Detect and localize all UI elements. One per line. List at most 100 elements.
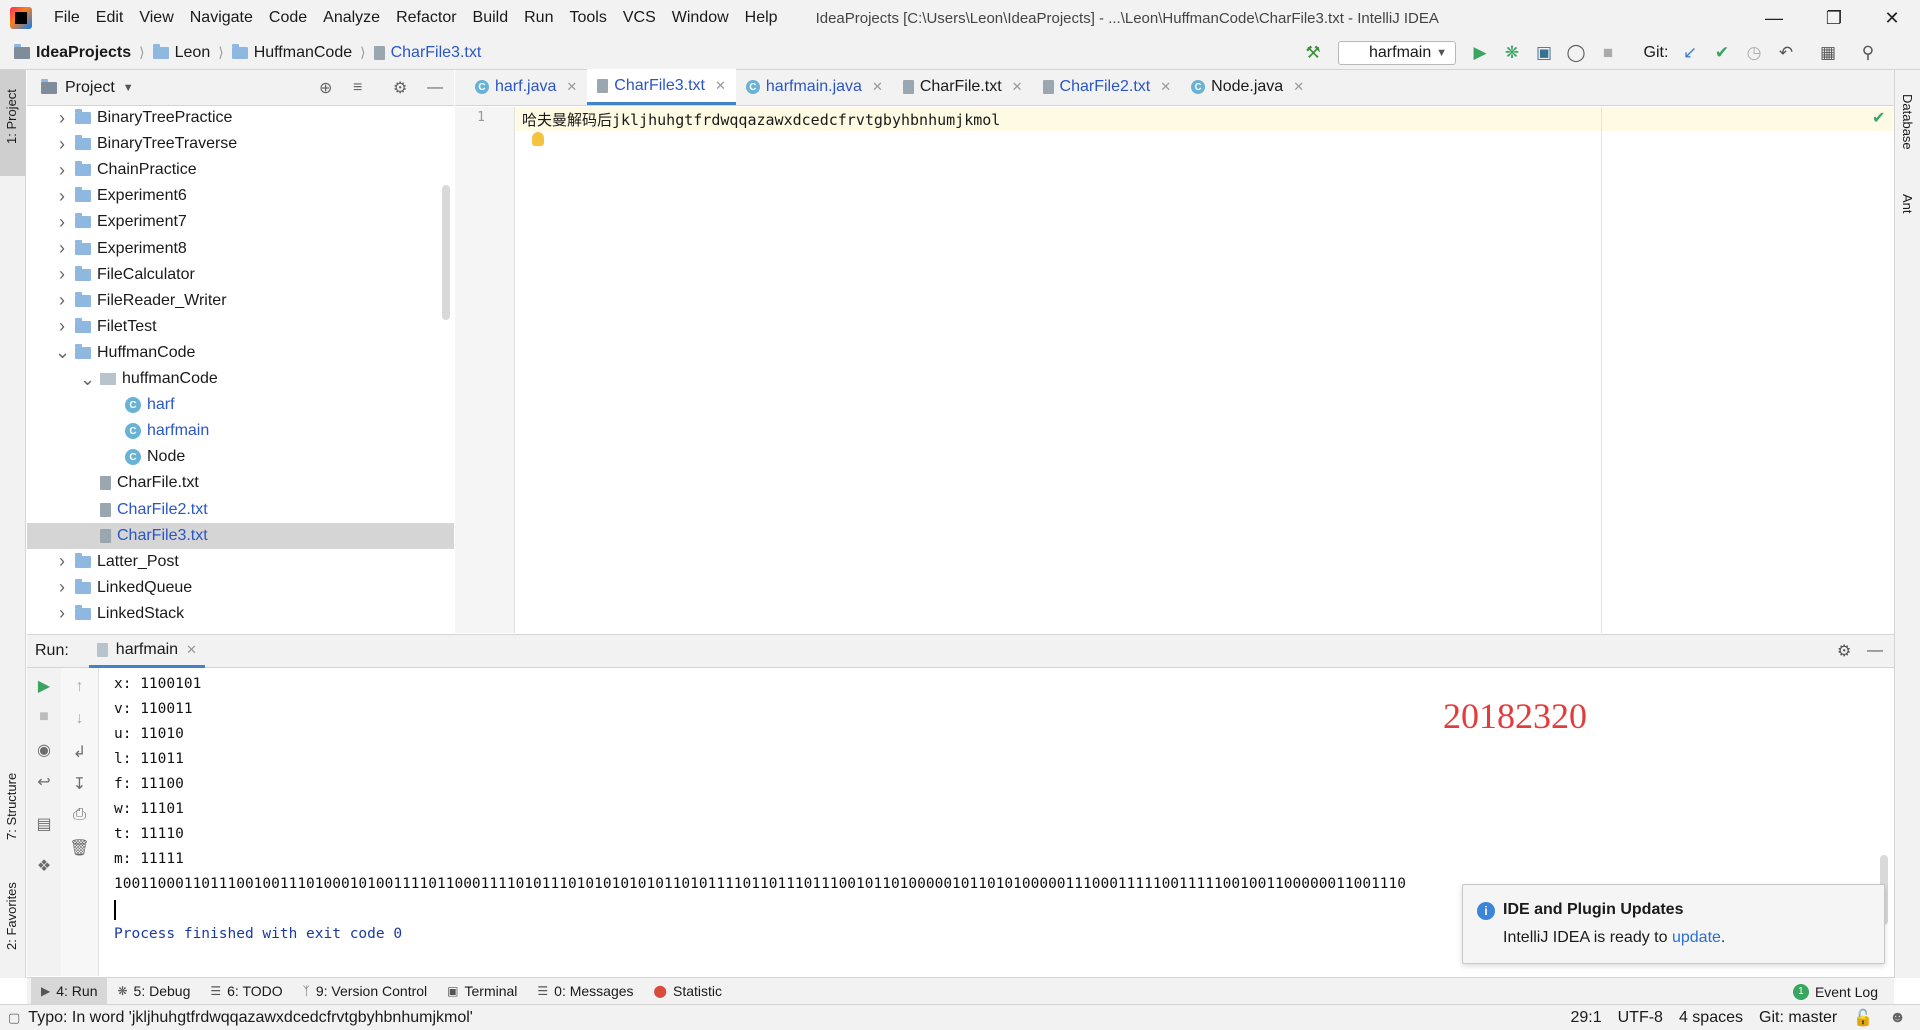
menu-code[interactable]: Code xyxy=(261,0,315,36)
messages-tool-button[interactable]: ☰ 0: Messages xyxy=(527,978,643,1005)
terminal-tool-button[interactable]: ▣ Terminal xyxy=(437,978,527,1005)
coverage-icon[interactable]: ▣ xyxy=(1530,36,1558,70)
hide-panel-icon[interactable]: — xyxy=(1867,642,1883,660)
arrow-down-icon[interactable]: ↓ xyxy=(61,710,98,728)
menu-help[interactable]: Help xyxy=(737,0,786,36)
menu-window[interactable]: Window xyxy=(664,0,737,36)
close-window-button[interactable]: ✕ xyxy=(1864,0,1920,36)
chevron-right-icon[interactable]: › xyxy=(55,603,69,624)
git-rollback-icon[interactable]: ↶ xyxy=(1774,36,1798,70)
stop-icon[interactable]: ■ xyxy=(1594,36,1622,70)
breadcrumb-project[interactable]: IdeaProjects xyxy=(10,43,135,62)
inspection-ok-icon[interactable]: ✔ xyxy=(1872,108,1885,128)
tree-item[interactable]: › Experiment8 xyxy=(27,236,454,262)
restore-button[interactable]: ❐ xyxy=(1806,0,1862,36)
menu-build[interactable]: Build xyxy=(465,0,517,36)
arrow-up-icon[interactable]: ↑ xyxy=(61,678,98,696)
chevron-down-icon[interactable]: ⌄ xyxy=(55,342,70,363)
debug-tool-button[interactable]: ❋ 5: Debug xyxy=(107,978,200,1005)
close-icon[interactable]: ✕ xyxy=(872,79,883,95)
editor-text-line[interactable]: 哈夫曼解码后jkljhuhgtfrdwqqazawxdcedcfrvtgbyhb… xyxy=(522,109,1000,130)
gear-icon[interactable]: ⚙ xyxy=(393,78,407,98)
tree-item[interactable]: › BinaryTreeTraverse xyxy=(27,131,454,157)
tree-item[interactable]: CharFile3.txt xyxy=(27,522,454,549)
rerun-icon[interactable]: ▶ xyxy=(27,676,61,696)
chevron-right-icon[interactable]: › xyxy=(55,551,69,572)
tree-scrollbar[interactable] xyxy=(442,185,450,320)
tree-item[interactable]: › Experiment7 xyxy=(27,209,454,235)
project-tool-button[interactable]: 1: Project xyxy=(0,70,26,176)
chevron-right-icon[interactable]: › xyxy=(55,577,69,598)
run-configuration-select[interactable]: harfmain ▼ xyxy=(1338,41,1456,65)
git-history-icon[interactable]: ◷ xyxy=(1742,36,1766,70)
locate-file-icon[interactable]: ⊕ xyxy=(319,78,332,98)
gear-icon[interactable]: ⚙ xyxy=(1837,641,1851,661)
chevron-right-icon[interactable]: › xyxy=(55,238,69,259)
pin-icon[interactable]: ❖ xyxy=(27,856,61,876)
chevron-right-icon[interactable]: › xyxy=(55,160,69,181)
tree-item[interactable]: › Experiment6 xyxy=(27,183,454,209)
tree-item[interactable]: › Latter_Post xyxy=(27,549,454,575)
scroll-to-end-icon[interactable]: ↧ xyxy=(61,774,98,794)
tree-item[interactable]: CharFile.txt xyxy=(27,470,454,496)
menu-navigate[interactable]: Navigate xyxy=(182,0,261,36)
chevron-right-icon[interactable]: › xyxy=(55,290,69,311)
statistic-tool-button[interactable]: ⬤ Statistic xyxy=(644,978,732,1005)
close-icon[interactable]: ✕ xyxy=(1160,79,1171,95)
todo-tool-button[interactable]: ☰ 6: TODO xyxy=(200,978,292,1005)
close-icon[interactable]: ✕ xyxy=(715,78,726,94)
menu-run[interactable]: Run xyxy=(516,0,561,36)
project-structure-icon[interactable]: ▦ xyxy=(1816,36,1840,70)
breadcrumb-huffmancode[interactable]: HuffmanCode xyxy=(228,43,356,62)
lightbulb-icon[interactable] xyxy=(532,132,544,146)
editor-tab[interactable]: CharFile.txt ✕ xyxy=(893,69,1033,105)
tree-item[interactable]: › FiletTest xyxy=(27,314,454,340)
editor-tab[interactable]: CharFile3.txt ✕ xyxy=(587,69,736,105)
indent-setting[interactable]: 4 spaces xyxy=(1679,1009,1743,1027)
tree-item[interactable]: Charfmain xyxy=(27,418,454,444)
update-notification[interactable]: i IDE and Plugin Updates IntelliJ IDEA i… xyxy=(1462,884,1885,964)
editor-tab[interactable]: C Node.java ✕ xyxy=(1181,69,1314,105)
chevron-right-icon[interactable]: › xyxy=(55,186,69,207)
menu-edit[interactable]: Edit xyxy=(88,0,132,36)
event-log-button[interactable]: 1 Event Log xyxy=(1792,978,1878,1005)
menu-view[interactable]: View xyxy=(131,0,181,36)
trash-icon[interactable]: 🗑 xyxy=(61,838,98,858)
menu-analyze[interactable]: Analyze xyxy=(315,0,388,36)
tree-item[interactable]: ⌄ HuffmanCode xyxy=(27,340,454,366)
editor-tab[interactable]: Charf.java ✕ xyxy=(465,69,587,105)
close-icon[interactable]: ✕ xyxy=(186,642,197,658)
editor-tab[interactable]: Charfmain.java ✕ xyxy=(736,69,893,105)
git-branch[interactable]: Git: master xyxy=(1759,1009,1837,1027)
tree-item[interactable]: › ChainPractice xyxy=(27,157,454,183)
chevron-right-icon[interactable]: › xyxy=(55,212,69,233)
debug-icon[interactable]: ❋ xyxy=(1498,36,1526,70)
print-icon[interactable]: ⎙ xyxy=(61,806,98,824)
git-commit-icon[interactable]: ✔ xyxy=(1710,36,1734,70)
tree-item[interactable]: › BinaryTreePractice xyxy=(27,107,454,131)
run-icon[interactable]: ▶ xyxy=(1466,36,1494,70)
tree-item[interactable]: › LinkedQueue xyxy=(27,575,454,601)
tree-item[interactable]: Charf xyxy=(27,392,454,418)
menu-file[interactable]: File xyxy=(46,0,88,36)
update-link[interactable]: update xyxy=(1672,929,1721,946)
close-icon[interactable]: ✕ xyxy=(1293,79,1304,95)
project-panel-title[interactable]: Project xyxy=(65,79,115,97)
close-icon[interactable]: ✕ xyxy=(566,79,577,95)
run-tool-button[interactable]: ▶ 4: Run xyxy=(31,977,108,1005)
toggle-tool-buttons-icon[interactable]: ▢ xyxy=(8,1010,20,1026)
file-encoding[interactable]: UTF-8 xyxy=(1618,1009,1663,1027)
favorites-tool-button[interactable]: 2: Favorites xyxy=(0,860,26,960)
editor-area[interactable] xyxy=(516,107,1894,633)
chevron-down-icon[interactable]: ⌄ xyxy=(80,369,95,390)
tree-item[interactable]: CharFile2.txt xyxy=(27,497,454,523)
chevron-right-icon[interactable]: › xyxy=(55,264,69,285)
database-tool-button[interactable]: Database xyxy=(1895,80,1920,160)
hide-panel-icon[interactable]: — xyxy=(427,79,443,97)
restore-layout-icon[interactable]: ↩ xyxy=(27,772,61,792)
chevron-down-icon[interactable]: ▼ xyxy=(123,82,134,94)
tree-item[interactable]: › FileCalculator xyxy=(27,262,454,288)
chevron-right-icon[interactable]: › xyxy=(55,108,69,129)
menu-vcs[interactable]: VCS xyxy=(615,0,664,36)
tree-item[interactable]: ⌄ huffmanCode xyxy=(27,366,454,392)
